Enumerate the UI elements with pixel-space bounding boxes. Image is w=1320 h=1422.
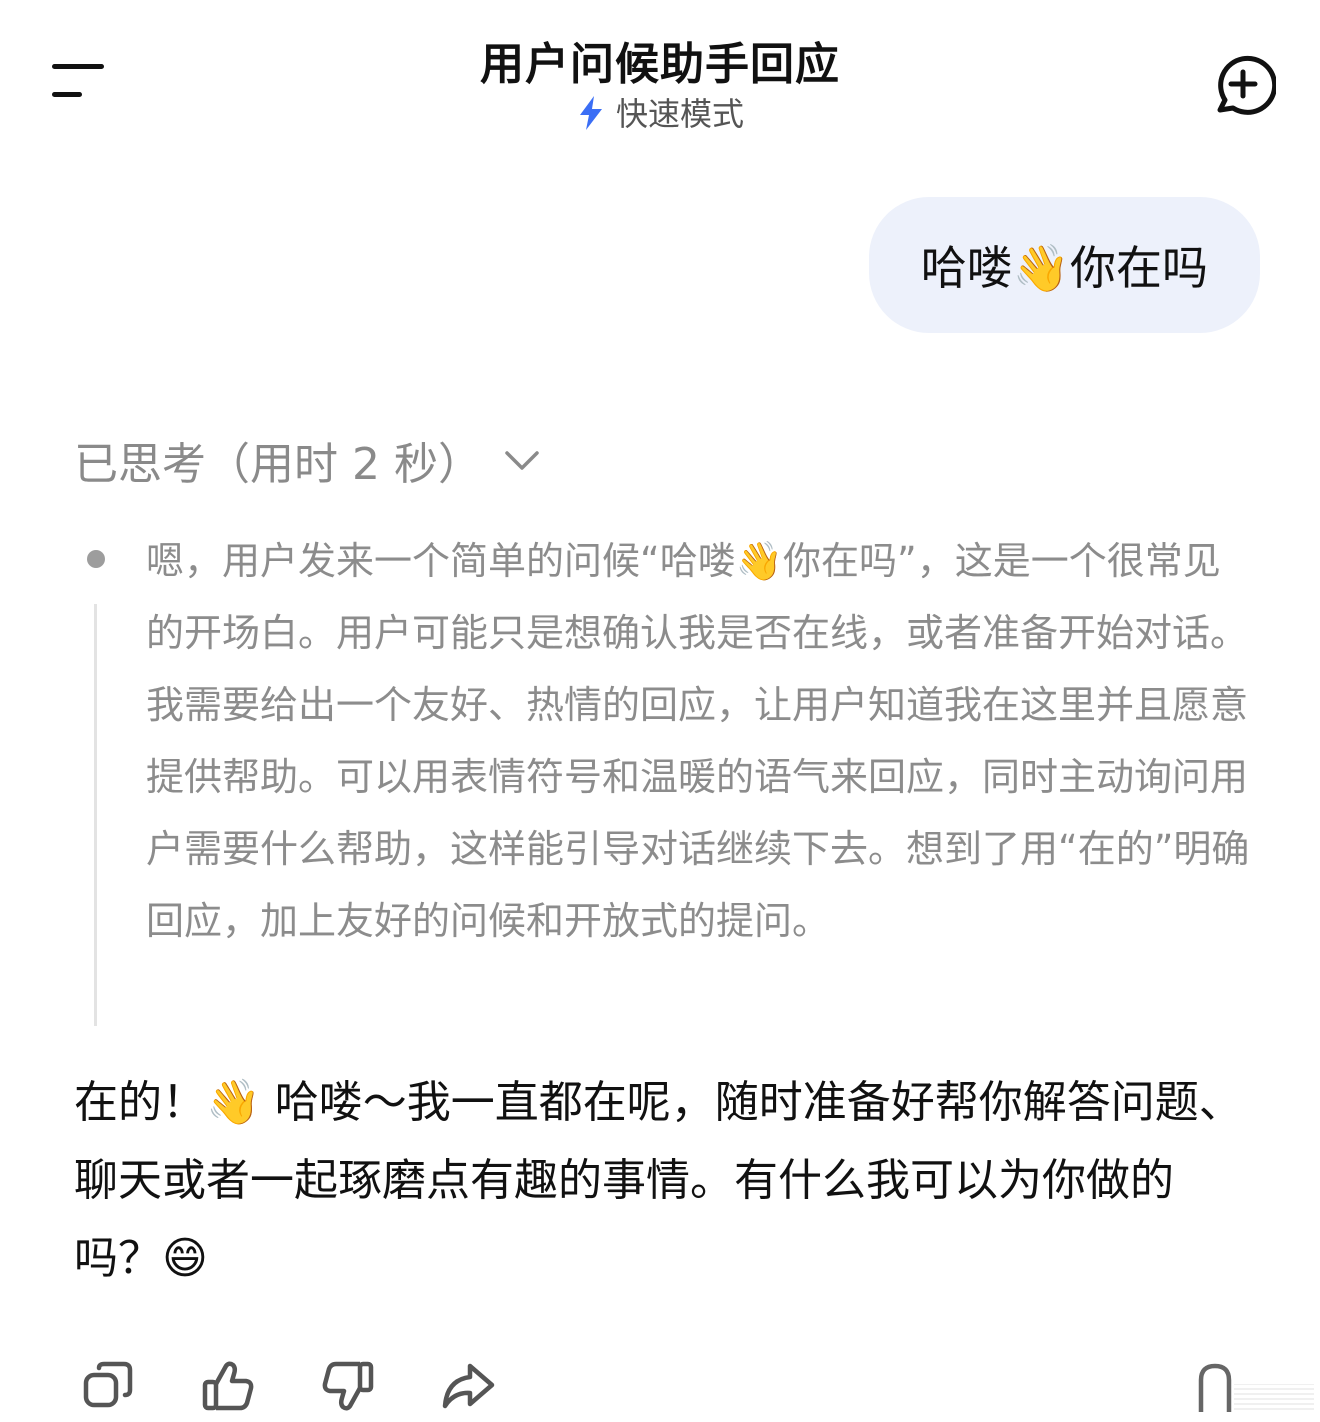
conversation-title: 用户问候助手回应	[480, 39, 840, 90]
copy-icon	[83, 1361, 133, 1408]
share-icon	[442, 1363, 495, 1409]
new-chat-plus-icon	[1217, 55, 1278, 115]
thinking-toggle[interactable]: 已思考（用时 2 秒）	[74, 428, 540, 492]
message-action-bar	[0, 1350, 1320, 1422]
like-button[interactable]	[200, 1358, 256, 1414]
thinking-text: 嗯，用户发来一个简单的问候“哈喽👋你在吗”，这是一个很常见的开场白。用户可能只是…	[146, 539, 1250, 943]
mode-label: 快速模式	[615, 95, 744, 133]
assistant-answer: 在的！👋 哈喽～我一直都在呢，随时准备好帮你解答问题、聊天或者一起琢磨点有趣的事…	[74, 1077, 1243, 1284]
thinking-toggle-label: 已思考（用时 2 秒）	[74, 439, 482, 490]
more-button[interactable]	[1190, 1358, 1240, 1414]
lightning-bolt-icon	[579, 96, 602, 130]
thumbs-up-icon	[202, 1361, 254, 1411]
thinking-bullet	[87, 550, 105, 568]
dislike-button[interactable]	[320, 1358, 376, 1414]
thumbs-down-icon	[322, 1361, 374, 1411]
mode-indicator[interactable]: 快速模式	[0, 94, 1320, 134]
copy-button[interactable]	[80, 1358, 136, 1414]
user-message-text: 哈喽👋你在吗	[920, 241, 1208, 295]
thinking-divider	[94, 604, 97, 1026]
scroll-indicator	[1234, 1384, 1314, 1410]
new-chat-button[interactable]	[1206, 50, 1278, 120]
user-message-bubble[interactable]: 哈喽👋你在吗	[868, 197, 1260, 333]
top-bar: 用户问候助手回应 快速模式	[0, 0, 1320, 150]
chevron-down-icon	[505, 451, 539, 470]
share-button[interactable]	[440, 1358, 496, 1414]
